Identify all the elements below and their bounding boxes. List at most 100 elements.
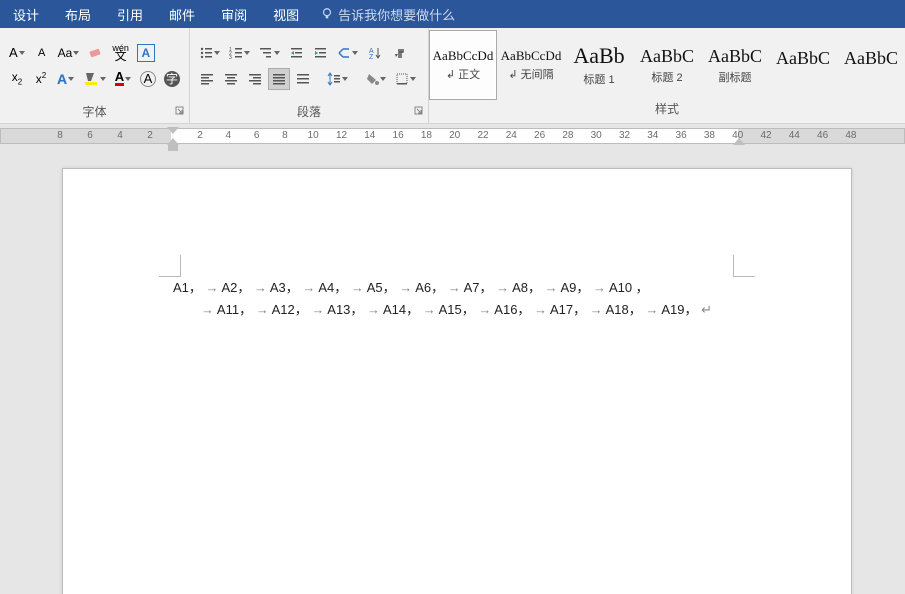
ruler-tick-label: 8 bbox=[57, 130, 63, 141]
change-case-button[interactable]: Aa bbox=[55, 42, 84, 64]
style-item[interactable]: AaBbCcDd↲ 无间隔 bbox=[497, 30, 565, 100]
tab-mailings[interactable]: 邮件 bbox=[156, 0, 208, 28]
font-color-button[interactable]: A bbox=[112, 68, 135, 90]
text-run: A6， bbox=[415, 280, 444, 295]
text-run: A3， bbox=[270, 280, 299, 295]
text-line[interactable]: → A11， → A12， → A13， → A14， → A15， → A16… bbox=[173, 299, 751, 321]
styles-group-label: 样式 bbox=[429, 100, 905, 120]
tab-arrow-mark: → bbox=[478, 302, 491, 317]
ruler-tick-label: 16 bbox=[393, 130, 404, 141]
hanging-indent-marker[interactable] bbox=[167, 138, 179, 145]
ribbon-tabs-bar: 设计 布局 引用 邮件 审阅 视图 告诉我你想要做什么 bbox=[0, 0, 905, 28]
style-preview: AaBbC bbox=[640, 46, 694, 67]
align-right-button[interactable] bbox=[244, 68, 266, 90]
text-run: A5， bbox=[367, 280, 396, 295]
sort-button[interactable]: AZ bbox=[364, 42, 386, 64]
numbering-button[interactable]: 123 bbox=[226, 42, 254, 64]
paragraph-dialog-launcher[interactable] bbox=[414, 105, 424, 119]
font-dialog-launcher[interactable] bbox=[175, 105, 185, 119]
borders-button[interactable] bbox=[392, 68, 420, 90]
style-name: 标题 2 bbox=[651, 69, 682, 85]
ruler-tick-label: 2 bbox=[197, 130, 203, 141]
horizontal-ruler[interactable]: 8642246810121416182022242628303234363840… bbox=[0, 124, 905, 148]
tab-references[interactable]: 引用 bbox=[104, 0, 156, 28]
tab-layout[interactable]: 布局 bbox=[52, 0, 104, 28]
superscript-button[interactable]: x2 bbox=[30, 68, 52, 90]
ruler-tick-label: 18 bbox=[421, 130, 432, 141]
tell-me-placeholder: 告诉我你想要做什么 bbox=[338, 5, 455, 24]
style-item[interactable]: AaBbC 标题 2 bbox=[633, 30, 701, 100]
style-item[interactable]: AaBbCcDd ↲ 正文 bbox=[429, 30, 497, 100]
text-effects-button[interactable]: A bbox=[54, 68, 78, 90]
style-item[interactable]: AaBbC bbox=[837, 30, 905, 100]
font-group-label: 字体 bbox=[0, 103, 189, 123]
tab-arrow-mark: → bbox=[496, 280, 509, 295]
character-border-button[interactable]: A bbox=[134, 42, 158, 64]
ruler-tick-label: 22 bbox=[477, 130, 488, 141]
ruler-tick-label: 8 bbox=[282, 130, 288, 141]
multilevel-list-button[interactable] bbox=[256, 42, 284, 64]
shrink-font-button[interactable]: A bbox=[31, 42, 53, 64]
ruler-tick-label: 20 bbox=[449, 130, 460, 141]
style-item[interactable]: AaBbC bbox=[769, 30, 837, 100]
tab-arrow-mark: → bbox=[399, 280, 412, 295]
distributed-button[interactable] bbox=[292, 68, 314, 90]
tab-design[interactable]: 设计 bbox=[0, 0, 52, 28]
document-area[interactable]: A1， → A2， → A3， → A4， → A5， → A6， → A7， … bbox=[0, 148, 905, 594]
document-body[interactable]: A1， → A2， → A3， → A4， → A5， → A6， → A7， … bbox=[173, 277, 751, 321]
style-preview: AaBbCcDd bbox=[433, 48, 494, 64]
bullets-button[interactable] bbox=[196, 42, 224, 64]
enclose-characters-button[interactable]: 字 bbox=[161, 68, 183, 90]
align-left-button[interactable] bbox=[196, 68, 218, 90]
clear-formatting-button[interactable] bbox=[85, 42, 107, 64]
tab-arrow-mark: → bbox=[256, 302, 269, 317]
asian-layout-button[interactable] bbox=[334, 42, 362, 64]
align-center-icon bbox=[224, 72, 238, 86]
decrease-indent-button[interactable] bbox=[286, 42, 308, 64]
style-item[interactable]: AaBb标题 1 bbox=[565, 30, 633, 100]
grow-font-button[interactable]: A bbox=[6, 42, 29, 64]
tab-review[interactable]: 审阅 bbox=[208, 0, 260, 28]
style-item[interactable]: AaBbC副标题 bbox=[701, 30, 769, 100]
tab-arrow-mark: → bbox=[367, 302, 380, 317]
text-run: A13， bbox=[327, 302, 363, 317]
svg-text:Z: Z bbox=[369, 54, 374, 60]
align-center-button[interactable] bbox=[220, 68, 242, 90]
style-preview: AaBbC bbox=[776, 48, 830, 69]
tab-arrow-mark: → bbox=[254, 280, 267, 295]
text-run: A7， bbox=[464, 280, 493, 295]
phonetic-guide-button[interactable]: wén文 bbox=[109, 42, 132, 64]
text-run: A17， bbox=[550, 302, 586, 317]
highlighter-icon bbox=[83, 71, 99, 87]
right-indent-marker[interactable] bbox=[733, 138, 745, 145]
show-marks-button[interactable] bbox=[388, 42, 410, 64]
tab-arrow-mark: → bbox=[534, 302, 547, 317]
style-name: 标题 1 bbox=[583, 71, 614, 87]
ruler-tick-label: 32 bbox=[619, 130, 630, 141]
text-run: A16， bbox=[494, 302, 530, 317]
highlight-button[interactable] bbox=[80, 68, 110, 90]
line-spacing-button[interactable] bbox=[324, 68, 352, 90]
subscript-button[interactable]: x2 bbox=[6, 68, 28, 90]
text-run: A14， bbox=[383, 302, 419, 317]
character-shading-button[interactable]: A bbox=[137, 68, 159, 90]
paragraph-mark: ↵ bbox=[701, 302, 712, 317]
text-line[interactable]: A1， → A2， → A3， → A4， → A5， → A6， → A7， … bbox=[173, 277, 751, 299]
increase-indent-button[interactable] bbox=[310, 42, 332, 64]
lightbulb-icon bbox=[320, 7, 334, 21]
shading-button[interactable] bbox=[362, 68, 390, 90]
align-justify-button[interactable] bbox=[268, 68, 290, 90]
ruler-tick-label: 44 bbox=[789, 130, 800, 141]
dialog-launcher-icon bbox=[175, 106, 185, 116]
ruler-tick-label: 30 bbox=[591, 130, 602, 141]
tab-view[interactable]: 视图 bbox=[260, 0, 312, 28]
style-name: ↲ 正文 bbox=[446, 66, 480, 82]
text-run: A1， bbox=[173, 280, 202, 295]
tell-me-search[interactable]: 告诉我你想要做什么 bbox=[320, 5, 455, 24]
styles-gallery[interactable]: AaBbCcDd ↲ 正文 AaBbCcDd↲ 无间隔AaBb标题 1 AaBbC 标题… bbox=[429, 28, 905, 100]
first-line-indent-marker[interactable] bbox=[167, 127, 179, 134]
outdent-icon bbox=[290, 46, 304, 60]
text-run: A10 ， bbox=[609, 280, 649, 295]
paragraph-group-label: 段落 bbox=[190, 103, 428, 123]
page[interactable]: A1， → A2， → A3， → A4， → A5， → A6， → A7， … bbox=[62, 168, 852, 594]
